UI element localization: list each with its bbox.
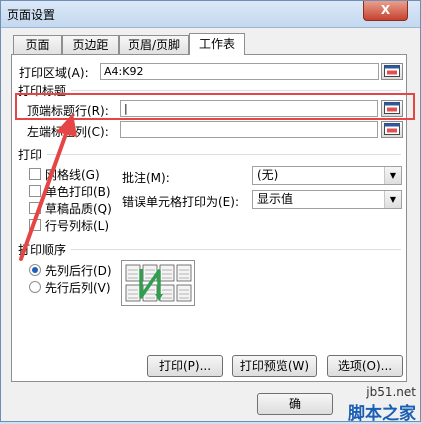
print-divider	[47, 154, 401, 155]
comments-select[interactable]: (无) ▼	[252, 166, 402, 185]
row-col-headings-label: 行号列标(L)	[45, 219, 110, 233]
watermark-site: jb51.net	[366, 385, 416, 399]
down-then-over-label: 先列后行(D)	[45, 264, 112, 278]
print-area-label: 打印区域(A):	[19, 66, 89, 80]
watermark-brand: 脚本之家	[348, 404, 416, 424]
draft-quality-label: 草稿品质(Q)	[45, 202, 112, 216]
black-white-label: 单色打印(B)	[45, 185, 111, 199]
range-select-icon	[384, 65, 400, 77]
ok-button[interactable]: 确	[257, 393, 333, 415]
left-cols-input[interactable]	[120, 121, 378, 138]
cell-errors-select-value: 显示值	[257, 192, 294, 206]
options-button[interactable]: 选项(O)...	[327, 355, 403, 377]
page-order-group-label: 打印顺序	[18, 243, 67, 257]
page-order-preview-icon	[125, 264, 192, 302]
gridlines-checkbox[interactable]	[29, 168, 41, 180]
print-area-input[interactable]: A4:K92	[100, 63, 379, 80]
draft-quality-checkbox[interactable]	[29, 202, 41, 214]
chevron-down-icon: ▼	[384, 191, 401, 208]
gridlines-label: 网格线(G)	[45, 168, 100, 182]
close-button[interactable]: X	[363, 1, 408, 21]
left-cols-picker-button[interactable]	[381, 121, 403, 138]
comments-label: 批注(M):	[122, 171, 170, 185]
over-then-down-radio[interactable]	[29, 281, 41, 293]
row-col-headings-checkbox[interactable]	[29, 219, 41, 231]
page-order-divider	[71, 249, 401, 250]
print-preview-button[interactable]: 打印预览(W)	[232, 355, 317, 377]
tab-sheet[interactable]: 工作表	[189, 33, 245, 55]
left-cols-label: 左端标题列(C):	[27, 125, 109, 139]
range-select-icon	[384, 123, 400, 135]
cell-errors-select[interactable]: 显示值 ▼	[252, 190, 402, 209]
black-white-checkbox[interactable]	[29, 185, 41, 197]
print-titles-divider	[71, 90, 401, 91]
print-group-label: 打印	[18, 148, 43, 162]
tab-margins[interactable]: 页边距	[62, 35, 119, 54]
print-area-picker-button[interactable]	[381, 63, 403, 80]
cell-errors-label: 错误单元格打印为(E):	[122, 195, 239, 209]
dialog-title: 页面设置	[7, 8, 56, 22]
title-bar: 页面设置 X	[1, 1, 420, 28]
over-then-down-label: 先行后列(V)	[45, 281, 111, 295]
print-button[interactable]: 打印(P)...	[147, 355, 223, 377]
comments-select-value: (无)	[257, 168, 279, 182]
top-rows-highlight-frame	[15, 93, 415, 120]
page-order-preview	[121, 260, 195, 306]
tab-header-footer[interactable]: 页眉/页脚	[119, 35, 189, 54]
tab-page[interactable]: 页面	[13, 35, 62, 54]
chevron-down-icon: ▼	[384, 167, 401, 184]
page-setup-dialog: 页面设置 X 页面 页边距 页眉/页脚 工作表 打印区域(A): A4:K92 …	[0, 0, 421, 424]
down-then-over-radio[interactable]	[29, 264, 41, 276]
